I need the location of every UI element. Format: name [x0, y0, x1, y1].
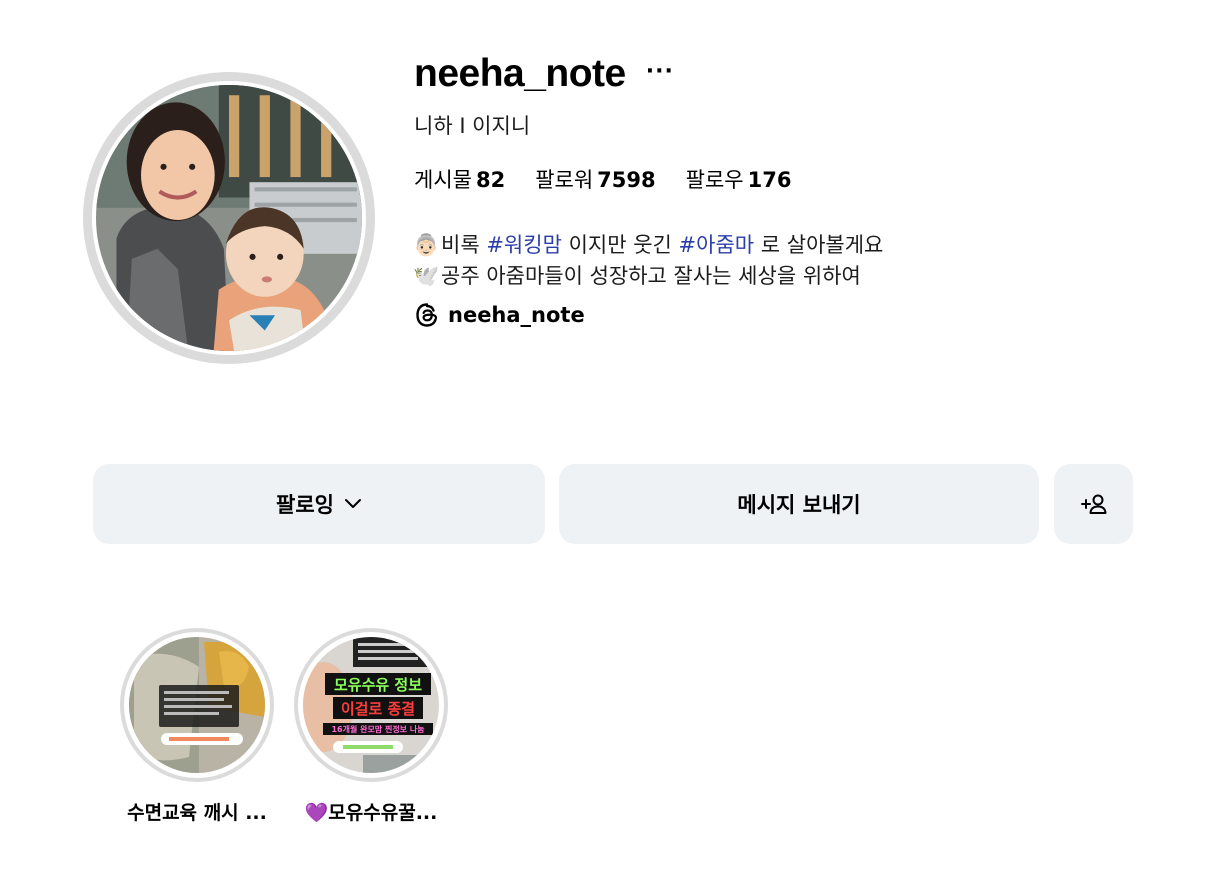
bio: 👵🏻비록 #워킹맘 이지만 웃긴 #아줌마 로 살아볼게요 🕊️공주 아줌마들이…: [413, 230, 883, 292]
grandma-emoji-icon: 👵🏻: [413, 233, 440, 257]
username: neeha_note: [414, 52, 626, 95]
profile-stats: 게시물 82 팔로워 7598 팔로우 176: [414, 164, 791, 194]
more-options-button[interactable]: ···: [646, 59, 674, 84]
following-count[interactable]: 팔로우 176: [686, 164, 792, 194]
bio-line-1: 👵🏻비록 #워킹맘 이지만 웃긴 #아줌마 로 살아볼게요: [413, 230, 883, 261]
highlight-cover-image: [129, 637, 265, 773]
full-name: 니하 I 이지니: [414, 114, 531, 138]
highlight-label: 수면교육 깨시 ...: [127, 802, 267, 824]
threads-handle: neeha_note: [448, 303, 585, 327]
highlight-label: 💜모유수유꿀...: [304, 802, 438, 824]
dove-emoji-icon: 🕊️: [413, 264, 440, 288]
highlight-item[interactable]: 모유수유 정보 이걸로 종결 16개월 완모맘 찐정보 나눔 💜모유수유꿀...: [276, 628, 466, 825]
hashtag-ajumma[interactable]: #아줌마: [679, 233, 755, 257]
suggested-users-button[interactable]: [1054, 464, 1133, 544]
thumbnail-text-3: 16개월 완모맘 찐정보 나눔: [331, 724, 425, 734]
username-row: neeha_note ···: [414, 48, 674, 100]
thumbnail-text-2: 이걸로 종결: [341, 700, 415, 718]
bio-line-2: 🕊️공주 아줌마들이 성장하고 잘사는 세상을 위하여: [413, 261, 883, 292]
send-message-button[interactable]: 메시지 보내기: [559, 464, 1039, 544]
threads-link[interactable]: neeha_note: [414, 302, 585, 328]
hashtag-working-mom[interactable]: #워킹맘: [486, 233, 562, 257]
followers-count[interactable]: 팔로워 7598: [535, 164, 655, 194]
add-person-icon: [1080, 494, 1106, 514]
threads-icon: [416, 303, 438, 327]
following-button[interactable]: 팔로잉: [93, 464, 545, 544]
chevron-down-icon: [344, 498, 362, 510]
highlight-item[interactable]: 수면교육 깨시 ...: [102, 628, 292, 825]
thumbnail-text-1: 모유수유 정보: [334, 676, 422, 694]
avatar-photo: [96, 85, 362, 351]
posts-count: 게시물 82: [414, 168, 506, 192]
profile-page: neeha_note ··· 니하 I 이지니 게시물 82 팔로워 7598 팔로…: [0, 0, 1224, 870]
profile-avatar[interactable]: [83, 72, 375, 364]
highlight-cover-image: 모유수유 정보 이걸로 종결 16개월 완모맘 찐정보 나눔: [303, 637, 439, 773]
